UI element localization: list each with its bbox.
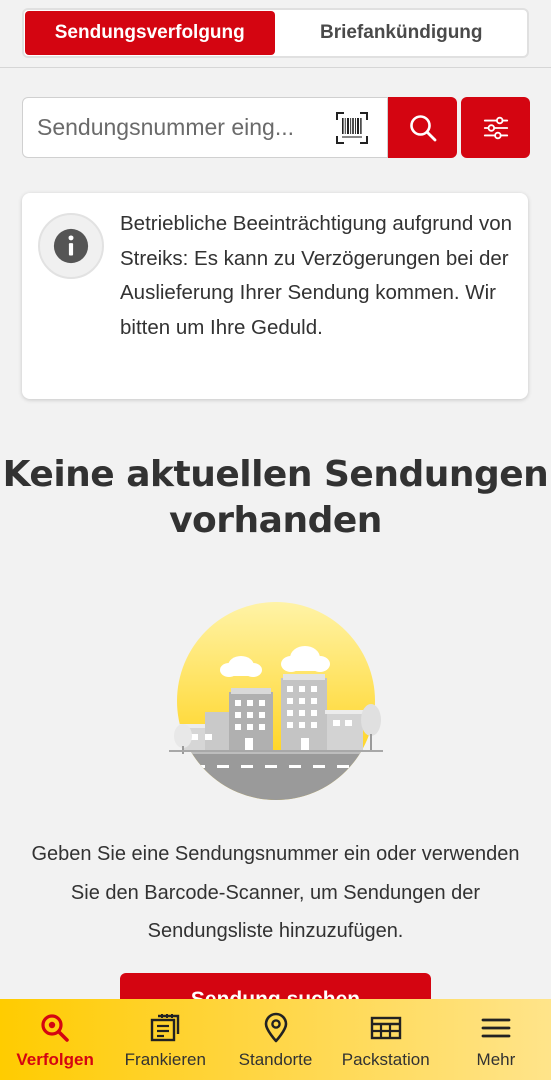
search-icon (409, 114, 436, 141)
tab-label: Packstation (341, 1050, 430, 1069)
tab-briefankuendigung[interactable]: Briefankündigung (276, 11, 526, 55)
search-row (22, 97, 530, 158)
tab-frankieren[interactable]: Frankieren (110, 999, 220, 1080)
tab-label: Standorte (238, 1050, 313, 1069)
tab-label: Mehr (476, 1050, 516, 1069)
packstation-icon (370, 1016, 401, 1040)
tab-verfolgen[interactable]: Verfolgen (0, 999, 110, 1080)
top-bar: Sendungsverfolgung Briefankündigung (0, 0, 551, 68)
filter-sliders-icon (483, 116, 508, 139)
stamp-icon (151, 1014, 180, 1042)
menu-icon (481, 1018, 511, 1038)
tab-mehr[interactable]: Mehr (441, 999, 551, 1080)
tab-packstation[interactable]: Packstation (331, 999, 441, 1080)
filter-button[interactable] (461, 97, 530, 158)
tab-standorte[interactable]: Standorte (220, 999, 330, 1080)
info-icon (53, 228, 89, 264)
city-illustration (165, 600, 387, 802)
tab-sendungsverfolgung[interactable]: Sendungsverfolgung (25, 11, 275, 55)
info-icon-wrapper (38, 213, 104, 279)
location-pin-icon (264, 1012, 287, 1043)
barcode-scanner-icon[interactable] (335, 111, 369, 145)
search-button[interactable] (388, 97, 457, 158)
tab-label: Verfolgen (16, 1050, 94, 1069)
track-search-icon (41, 1014, 69, 1042)
strike-notice-card: Betriebliche Beeinträchtigung aufgrund v… (22, 193, 528, 399)
empty-state-title: Keine aktuellen Sendungen vorhanden (2, 454, 549, 541)
search-box (22, 97, 388, 158)
empty-state-description: Geben Sie eine Sendungsnummer ein oder v… (31, 843, 520, 942)
search-input[interactable] (37, 98, 333, 157)
bottom-tab-bar: Verfolgen Frankieren Standorte Packstati… (0, 999, 551, 1080)
tab-label: Frankieren (124, 1050, 206, 1069)
segmented-control: Sendungsverfolgung Briefankündigung (22, 8, 529, 58)
notice-text: Betriebliche Beeinträchtigung aufgrund v… (120, 212, 513, 339)
